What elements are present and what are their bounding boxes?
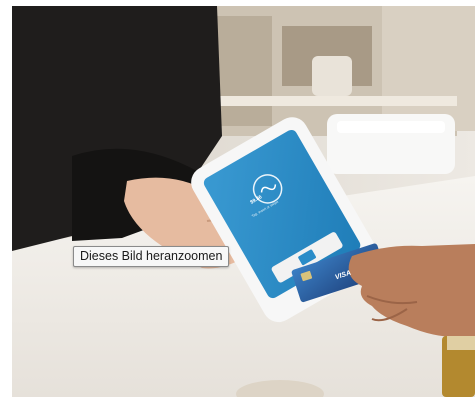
product-image-frame[interactable]: $9.86 Tap, insert or swipe VISA [12, 6, 475, 397]
zoom-image-tooltip: Dieses Bild heranzoomen [73, 246, 230, 267]
payment-terminal-photo[interactable] [12, 6, 475, 397]
bottle [442, 336, 475, 397]
receipt-printer [327, 114, 455, 174]
